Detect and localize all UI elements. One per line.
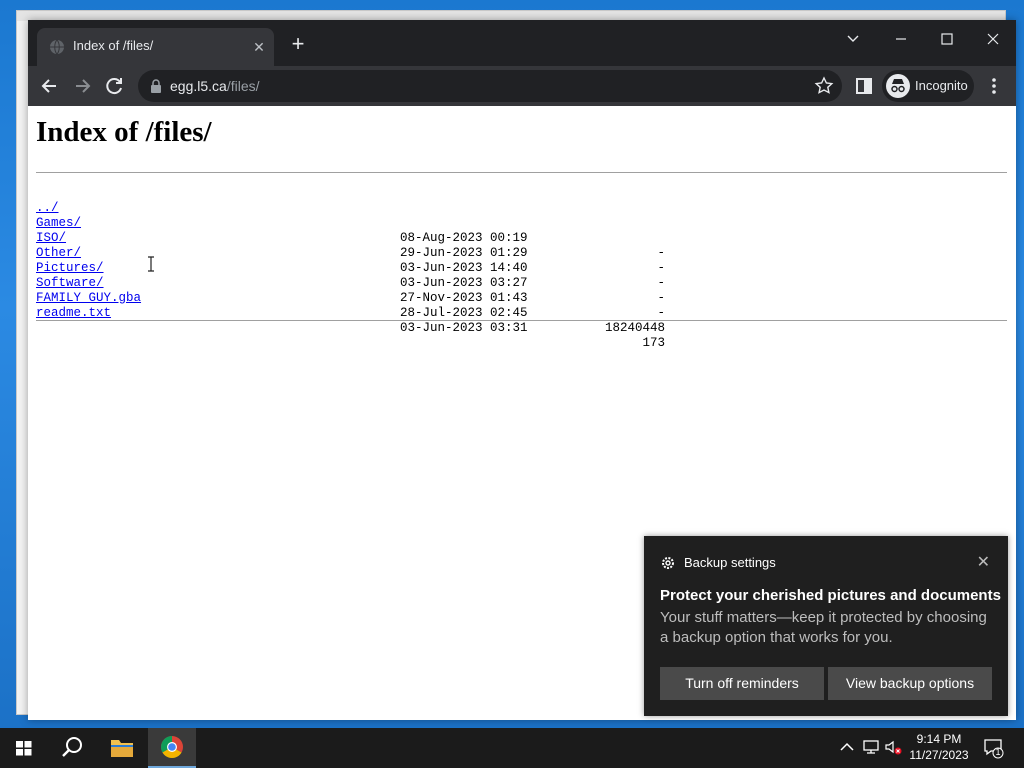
notification-count: 1	[995, 747, 1001, 757]
list-item: ISO/ 29-Jun-2023 01:29 -	[36, 216, 665, 275]
incognito-icon	[886, 74, 910, 98]
file-size: -	[657, 306, 665, 320]
view-backup-options-button[interactable]: View backup options	[828, 667, 992, 700]
volume-muted-icon[interactable]	[884, 738, 902, 756]
tab-strip: Index of /files/ ✕ +	[28, 20, 1016, 66]
start-button[interactable]	[0, 728, 48, 768]
close-icon[interactable]: ✕	[250, 38, 268, 56]
notification-app-name: Backup settings	[684, 555, 776, 570]
search-button[interactable]	[48, 728, 96, 768]
file-date: 28-Jul-2023 02:45	[400, 306, 528, 320]
page-title: Index of /files/	[36, 116, 212, 148]
lock-icon[interactable]	[150, 79, 162, 93]
file-date: 03-Jun-2023 03:27	[400, 276, 528, 290]
close-icon[interactable]: ✕	[977, 552, 990, 572]
address-bar[interactable]: egg.l5.ca/files/	[138, 70, 842, 102]
file-size: -	[657, 261, 665, 275]
list-item: Games/ 08-Aug-2023 00:19 -	[36, 201, 665, 260]
file-date: 08-Aug-2023 00:19	[400, 231, 528, 245]
turn-off-reminders-button[interactable]: Turn off reminders	[660, 667, 824, 700]
minimize-icon[interactable]	[878, 24, 924, 54]
notification-title: Protect your cherished pictures and docu…	[660, 587, 1001, 604]
file-listing: ../ Games/ 08-Aug-2023 00:19 - ISO/ 29-J…	[36, 186, 665, 350]
globe-icon	[50, 39, 64, 55]
tab-active[interactable]: Index of /files/ ✕	[37, 28, 274, 66]
gear-icon	[662, 557, 674, 569]
file-size: -	[657, 291, 665, 305]
side-panel-icon[interactable]	[854, 76, 874, 96]
file-size: 173	[642, 336, 665, 350]
file-explorer-button[interactable]	[98, 728, 146, 768]
close-window-icon[interactable]	[970, 24, 1016, 54]
tab-title: Index of /files/	[73, 38, 154, 53]
windows-start-icon	[16, 741, 32, 756]
url-host: egg.l5.ca	[170, 78, 227, 94]
file-link[interactable]: readme.txt	[36, 306, 111, 321]
url-path: /files/	[226, 78, 260, 94]
file-size: 18240448	[604, 321, 665, 335]
clock-time: 9:14 PM	[916, 732, 962, 746]
maximize-icon[interactable]	[924, 24, 970, 54]
list-item: Software/ 27-Nov-2023 01:43 -	[36, 261, 665, 320]
backup-notification: Backup settings ✕ Protect your cherished…	[644, 536, 1008, 716]
back-icon[interactable]	[36, 72, 64, 100]
file-date: 29-Jun-2023 01:29	[400, 246, 528, 260]
search-icon	[62, 737, 82, 757]
chevron-down-icon[interactable]	[830, 24, 876, 54]
notification-body: Your stuff matters—keep it protected by …	[660, 609, 987, 646]
star-icon[interactable]	[814, 76, 834, 96]
file-date: 27-Nov-2023 01:43	[400, 291, 528, 305]
incognito-label: Incognito	[915, 78, 968, 93]
system-clock[interactable]: 9:14 PM 11/27/2023	[906, 731, 972, 763]
file-date: 03-Jun-2023 14:40	[400, 261, 528, 275]
chevron-up-icon[interactable]	[838, 738, 856, 756]
menu-icon[interactable]	[984, 76, 1004, 96]
list-item: Other/ 03-Jun-2023 14:40 -	[36, 231, 665, 290]
chrome-taskbar-button[interactable]	[148, 728, 196, 768]
text-cursor-icon	[148, 256, 154, 272]
chrome-icon	[161, 736, 183, 758]
taskbar: 9:14 PM 11/27/2023 1	[0, 728, 1024, 768]
network-icon[interactable]	[862, 738, 880, 756]
toolbar: egg.l5.ca/files/ Incognito	[28, 66, 1016, 106]
forward-icon[interactable]	[68, 72, 96, 100]
clock-date: 11/27/2023	[909, 748, 969, 762]
reload-icon[interactable]	[100, 72, 128, 100]
list-item: readme.txt 03-Jun-2023 03:31 173	[36, 291, 665, 350]
file-size: -	[657, 276, 665, 290]
list-item: Pictures/ 03-Jun-2023 03:27 -	[36, 246, 665, 305]
file-date: 03-Jun-2023 03:31	[400, 321, 528, 335]
list-item: ../	[36, 186, 96, 215]
list-item: FAMILY_GUY.gba 28-Jul-2023 02:45 1824044…	[36, 276, 665, 335]
top-divider	[36, 172, 1007, 173]
plus-icon[interactable]: +	[287, 33, 309, 56]
incognito-badge[interactable]: Incognito	[882, 70, 974, 102]
file-size: -	[657, 246, 665, 260]
file-explorer-icon	[111, 740, 133, 757]
bottom-divider	[36, 320, 1007, 321]
url-text[interactable]: egg.l5.ca/files/	[170, 78, 260, 94]
